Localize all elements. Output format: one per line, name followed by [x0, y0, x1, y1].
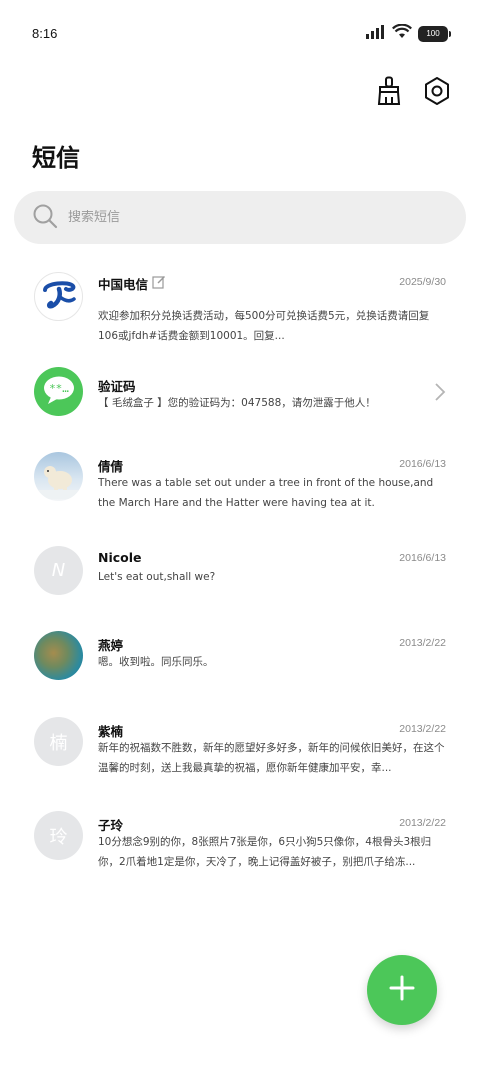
message-date: 2013/2/22 [399, 637, 446, 649]
plus-icon [388, 974, 416, 1006]
message-item[interactable]: 楠 紫楠 2013/2/22 新年的祝福数不胜数，新年的愿望好多好多，新年的问候… [0, 717, 480, 797]
search-icon [32, 203, 58, 233]
message-preview: 欢迎参加积分兑换话费活动，每500分可兑换话费5元，兑换话费请回复106或jfd… [98, 310, 430, 342]
avatar [34, 272, 83, 321]
avatar: 楠 [34, 717, 83, 766]
status-bar: 8:16 100 [0, 0, 480, 66]
avatar [34, 631, 83, 680]
svg-text:**…: **… [49, 382, 69, 395]
message-preview: 10分想念9别的你，8张照片7张是你，6只小狗5只像你，4根骨头3根归你，2爪着… [98, 836, 432, 868]
message-preview: 新年的祝福数不胜数，新年的愿望好多好多，新年的问候依旧美好，在这个温馨的时刻，送… [98, 742, 445, 774]
top-actions [374, 76, 452, 110]
settings-button[interactable] [422, 76, 452, 110]
chevron-right-icon[interactable] [434, 382, 446, 406]
polar-bear-image-icon [34, 452, 83, 501]
clean-button[interactable] [374, 76, 404, 110]
china-telecom-logo-icon [39, 275, 79, 319]
avatar [34, 452, 83, 501]
message-item[interactable]: 倩倩 2016/6/13 There was a table set out u… [0, 452, 480, 532]
battery-indicator: 100 [418, 25, 451, 42]
message-date: 2016/6/13 [399, 458, 446, 470]
search-bar[interactable] [14, 191, 466, 244]
message-item[interactable]: 玲 子玲 2013/2/22 10分想念9别的你，8张照片7张是你，6只小狗5只… [0, 811, 480, 891]
message-item[interactable]: **… 验证码 【 毛绒盒子 】您的验证码为：047588，请勿泄露于他人！ [0, 367, 480, 427]
search-input[interactable] [68, 210, 428, 225]
message-item[interactable]: N Nicole 2016/6/13 Let's eat out,shall w… [0, 546, 480, 606]
settings-icon [423, 76, 451, 110]
avatar: 玲 [34, 811, 83, 860]
message-name-row: 中国电信 [98, 274, 166, 293]
message-date: 2013/2/22 [399, 723, 446, 735]
message-date: 2016/6/13 [399, 552, 446, 564]
message-name: Nicole [98, 550, 142, 565]
status-time: 8:16 [32, 26, 58, 41]
message-preview: Let's eat out,shall we? [98, 571, 216, 583]
message-date: 2013/2/22 [399, 817, 446, 829]
signal-icon [366, 24, 386, 43]
message-preview: 嗯。收到啦。同乐同乐。 [98, 656, 214, 668]
avatar: **… [34, 367, 83, 416]
page-title: 短信 [32, 144, 80, 172]
edit-icon [152, 275, 166, 292]
broom-icon [376, 76, 402, 110]
message-item[interactable]: 中国电信 2025/9/30 欢迎参加积分兑换话费活动，每500分可兑换话费5元… [0, 272, 480, 352]
avatar: N [34, 546, 83, 595]
chat-bubble-icon: **… [42, 375, 76, 409]
wifi-icon [392, 23, 412, 43]
new-message-button[interactable] [367, 955, 437, 1025]
message-item[interactable]: 燕婷 2013/2/22 嗯。收到啦。同乐同乐。 [0, 631, 480, 691]
message-date: 2025/9/30 [399, 276, 446, 288]
message-name: 中国电信 [98, 277, 149, 292]
message-preview: There was a table set out under a tree i… [98, 477, 434, 509]
status-icons: 100 [366, 23, 451, 43]
message-preview: 【 毛绒盒子 】您的验证码为：047588，请勿泄露于他人！ [98, 397, 376, 409]
